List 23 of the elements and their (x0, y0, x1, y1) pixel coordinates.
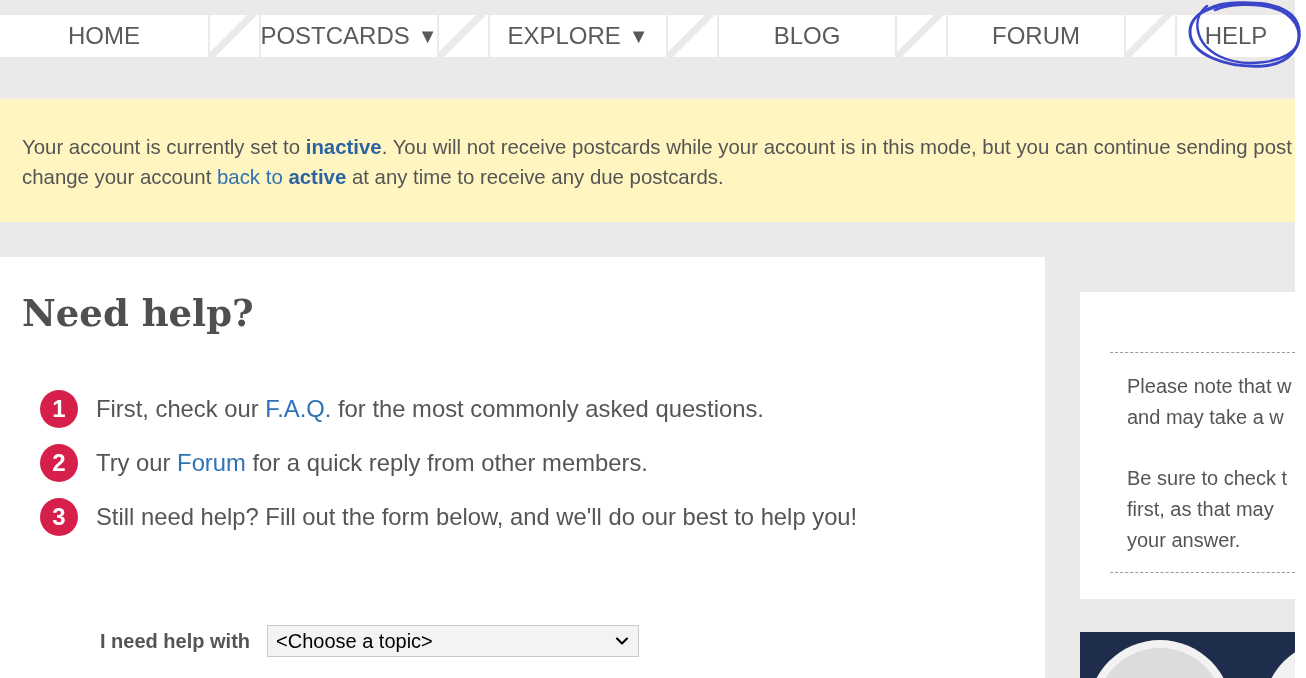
inline-link[interactable]: back to active (217, 166, 347, 188)
step-number: 1 (40, 390, 78, 428)
nav-tab[interactable]: BLOG (719, 15, 895, 57)
nav-tab[interactable]: FORUM (948, 15, 1124, 57)
form-label: I need help with (100, 629, 250, 654)
step-number: 2 (40, 444, 78, 482)
inline-link[interactable]: Forum (177, 449, 246, 477)
caret-icon: ▼ (417, 21, 438, 51)
notice-text: Your account is currently set to inactive. You will not receive postcards while your account is in this mode, but you can continue sending post change your account back to active at any time to receive any due postcards. (22, 135, 1293, 190)
nav-tab[interactable]: HOME (0, 15, 208, 57)
caret-icon: ▼ (628, 21, 649, 51)
nav-tab[interactable]: HELP (1177, 15, 1295, 57)
page-heading: Need help? (22, 292, 255, 334)
step-number: 3 (40, 498, 78, 536)
sidebar-note: Please note that w and may take a w (1127, 374, 1293, 430)
nav-tab[interactable]: POSTCARDS ▼ (261, 15, 437, 57)
step-text: First, check our F.A.Q. for the most commonly asked questions. (96, 394, 764, 425)
sidebar-note: Be sure to check t first, as that may your answer. (1127, 466, 1289, 553)
nav-tab[interactable]: EXPLORE ▼ (490, 15, 666, 57)
inline-link[interactable]: F.A.Q. (265, 395, 332, 423)
topic-select[interactable]: <Choose a topic> (267, 625, 639, 657)
step-text: Still need help? Fill out the form below, and we'll do our best to help you! (96, 502, 858, 533)
step-text: Try our Forum for a quick reply from other members. (96, 448, 648, 479)
